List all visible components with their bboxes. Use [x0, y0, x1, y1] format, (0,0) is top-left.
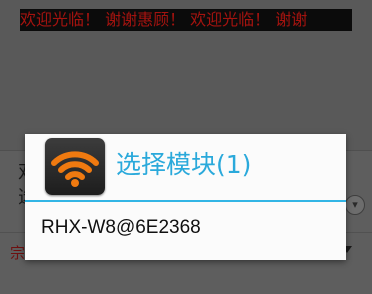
dialog-title-divider: [25, 200, 346, 202]
dialog-header: 选择模块(1): [25, 134, 346, 200]
wifi-icon: [45, 138, 105, 195]
module-list-item-label: RHX-W8@6E2368: [41, 217, 201, 238]
background-row-label: 宗: [10, 244, 26, 262]
chevron-down-icon: ▾: [345, 195, 365, 215]
marquee-banner: 欢迎光临！ 谢谢惠顾！ 欢迎光临！ 谢谢: [20, 9, 352, 31]
dialog-title: 选择模块(1): [116, 150, 252, 179]
select-module-dialog: 选择模块(1) RHX-W8@6E2368: [25, 134, 346, 260]
module-list-item[interactable]: RHX-W8@6E2368: [25, 204, 346, 254]
